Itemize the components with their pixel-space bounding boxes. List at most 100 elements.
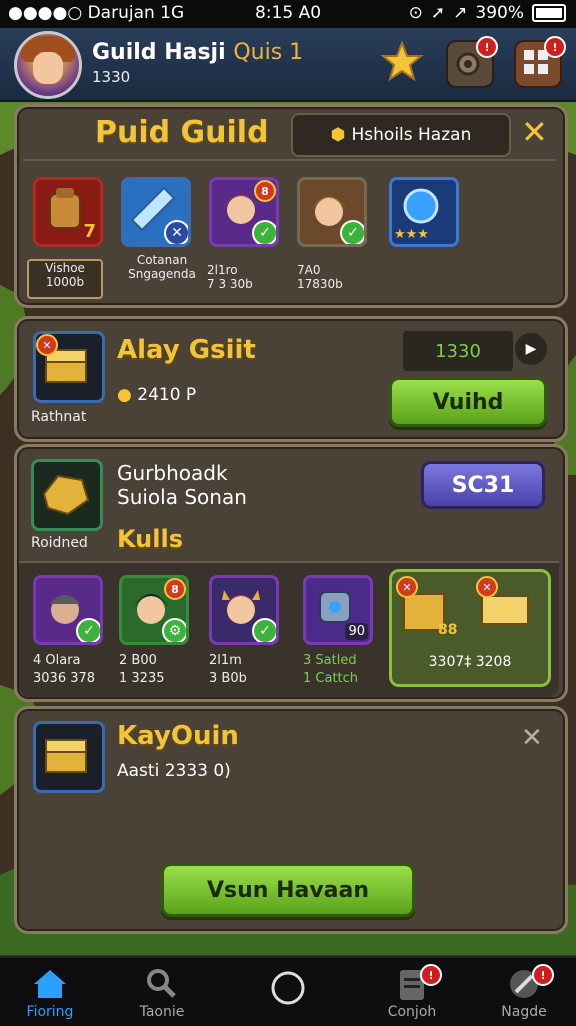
- reward-value: 3307‡ 3208: [428, 654, 512, 670]
- gold-nugget-icon: [42, 474, 90, 516]
- hero-2-label-2: 1 3235: [119, 671, 165, 686]
- gold-coin-icon: ●: [117, 385, 132, 405]
- tab-compass[interactable]: ! Nagde: [474, 964, 574, 1022]
- member-label-4: 7A0 17830b: [297, 263, 343, 291]
- bottom-tab-bar: Fioring Taonie ! Conjoh ! Nagde: [0, 956, 576, 1026]
- top-header: Guild Hasji Quis 1 1330 ! !: [0, 28, 576, 102]
- search-icon: [147, 969, 176, 998]
- battery-percent: 390%: [475, 3, 524, 23]
- alay-counter: 1330: [401, 329, 515, 373]
- tab-clipboard[interactable]: ! Conjoh: [362, 964, 462, 1022]
- tab-home-label: Fioring: [26, 1004, 74, 1020]
- member-slot-shard[interactable]: ✕: [121, 177, 191, 247]
- star-icon[interactable]: [380, 40, 424, 84]
- header-subtitle: 1330: [92, 68, 131, 86]
- hero-2-label-1: 2 B00: [119, 653, 157, 668]
- header-title-suffix: Quis 1: [233, 40, 304, 65]
- hero-slot-1[interactable]: ✓: [33, 575, 103, 645]
- tab-search-label: Taonie: [139, 1004, 185, 1020]
- alert-badge: 8: [254, 180, 276, 202]
- member-slot-blonde-hero[interactable]: ✓: [297, 177, 367, 247]
- check-icon: ✓: [340, 220, 364, 244]
- x-badge: ✕: [396, 576, 418, 598]
- alay-title: Alay Gsiit: [117, 335, 256, 365]
- alay-action-button[interactable]: Vuihd: [389, 377, 547, 427]
- hero-slot-4[interactable]: 90: [303, 575, 373, 645]
- kayouin-panel: KayOuin Aasti 2333 0) ✕ Vsun Havaan: [14, 706, 568, 934]
- alarm-icon: ⊙: [408, 3, 423, 23]
- carrier-text: ●●●●○ Darujan 1G: [8, 3, 185, 23]
- member-label-1: Vishoe 1000b: [27, 259, 103, 299]
- tab-compass-label: Nagde: [501, 1004, 547, 1020]
- notification-badge: !: [476, 36, 498, 58]
- notification-badge: !: [532, 964, 554, 986]
- home-icon: [34, 970, 66, 998]
- hero-slot-2[interactable]: ⚙ 8: [119, 575, 189, 645]
- hero-3-label-2: 3 B0b: [209, 671, 247, 686]
- kayouin-title: KayOuin: [117, 721, 239, 751]
- robot-count: 90: [345, 623, 368, 640]
- kayouin-cta-button[interactable]: Vsun Havaan: [161, 863, 415, 917]
- hero-slot-3[interactable]: ✓: [209, 575, 279, 645]
- circle-button-icon: [271, 971, 305, 1005]
- divider: [23, 159, 555, 161]
- kayouin-chest-slot[interactable]: [33, 721, 105, 793]
- gurbhoadk-title-1: Gurbhoadk: [117, 461, 228, 485]
- header-title-main: Guild Hasji: [92, 40, 226, 65]
- three-stars-icon: ★★★: [394, 227, 429, 242]
- clock-text: 8:15 A0: [255, 3, 322, 23]
- alay-sub-label: Rathnat: [31, 409, 87, 425]
- grid-menu-icon[interactable]: !: [514, 36, 566, 88]
- gurbhoadk-item-slot[interactable]: [31, 459, 103, 531]
- guild-panel: Puid Guild ⬢ Hshoils Hazan ✕ 7 ✕ ✓ 8 ✓ ★…: [14, 104, 568, 308]
- member-slot-orb[interactable]: ★★★: [389, 177, 459, 247]
- guild-panel-title: Puid Guild: [95, 115, 269, 150]
- gurbhoadk-panel: Roidned Gurbhoadk Suiola Sonan SC31 Kull…: [14, 444, 568, 702]
- tab-search[interactable]: Taonie: [112, 964, 212, 1022]
- signal-icon: ↗: [453, 3, 468, 23]
- avatar-face-shape: [33, 52, 63, 84]
- chevron-right-icon[interactable]: ▶: [515, 333, 547, 365]
- hero-row: ✓ ⚙ 8 ✓ 90 ✕ ✕ 88 3307‡ 3208 4 Olara 303: [19, 561, 559, 697]
- gurbhoadk-title-2: Suiola Sonan: [117, 485, 247, 509]
- reward-box[interactable]: ✕ ✕ 88 3307‡ 3208: [389, 569, 551, 687]
- check-icon: ✓: [76, 618, 100, 642]
- kayouin-sub: Aasti 2333 0): [117, 761, 231, 781]
- hero-4-label-1: 3 Satled: [303, 653, 357, 668]
- tab-center[interactable]: [238, 964, 338, 1022]
- tab-clipboard-label: Conjoh: [387, 1004, 437, 1020]
- check-icon: ✓: [252, 220, 276, 244]
- alay-chest-slot[interactable]: ✕: [33, 331, 105, 403]
- member-slot-backpack[interactable]: 7: [33, 177, 103, 247]
- kulls-section-title: Kulls: [117, 525, 183, 553]
- guild-search-field[interactable]: ⬢ Hshoils Hazan: [291, 113, 511, 157]
- gold-chest-icon: [45, 739, 87, 773]
- close-icon[interactable]: ✕: [521, 113, 548, 151]
- player-avatar[interactable]: [14, 31, 82, 99]
- hero-1-label-2: 3036 378: [33, 671, 96, 686]
- x-mark-icon: ✕: [164, 220, 188, 244]
- hero-3-label-1: 2l1m: [209, 653, 242, 668]
- alay-amount: ● 2410 P: [117, 385, 196, 405]
- x-badge: ✕: [476, 576, 498, 598]
- hero-4-label-2: 1 Cattch: [303, 671, 359, 686]
- status-right: ⊙ ➚ ↗ 390%: [409, 3, 566, 23]
- close-icon[interactable]: ✕: [521, 723, 543, 753]
- gurbhoadk-sub-label: Roidned: [31, 535, 88, 551]
- alert-badge: 8: [164, 578, 186, 600]
- alay-panel: ✕ Rathnat Alay Gsiit ● 2410 P 1330 ▶ Vui…: [14, 316, 568, 442]
- location-icon: ➚: [430, 3, 446, 23]
- slot-badge-number: 7: [83, 221, 96, 242]
- reward-count: 88: [438, 622, 458, 638]
- guild-search-label: Hshoils Hazan: [351, 125, 472, 145]
- member-slot-red-hero[interactable]: ✓ 8: [209, 177, 279, 247]
- notification-badge: !: [420, 964, 442, 986]
- member-label-3: 2l1ro 7 3 30b: [207, 263, 253, 291]
- gurbhoadk-button[interactable]: SC31: [421, 461, 545, 509]
- alay-amount-text: 2410 P: [137, 385, 197, 405]
- check-icon: ✓: [252, 618, 276, 642]
- header-title: Guild Hasji Quis 1: [92, 40, 303, 65]
- battery-icon: [532, 4, 566, 22]
- tab-home[interactable]: Fioring: [0, 964, 100, 1022]
- settings-gear-icon[interactable]: !: [446, 36, 498, 88]
